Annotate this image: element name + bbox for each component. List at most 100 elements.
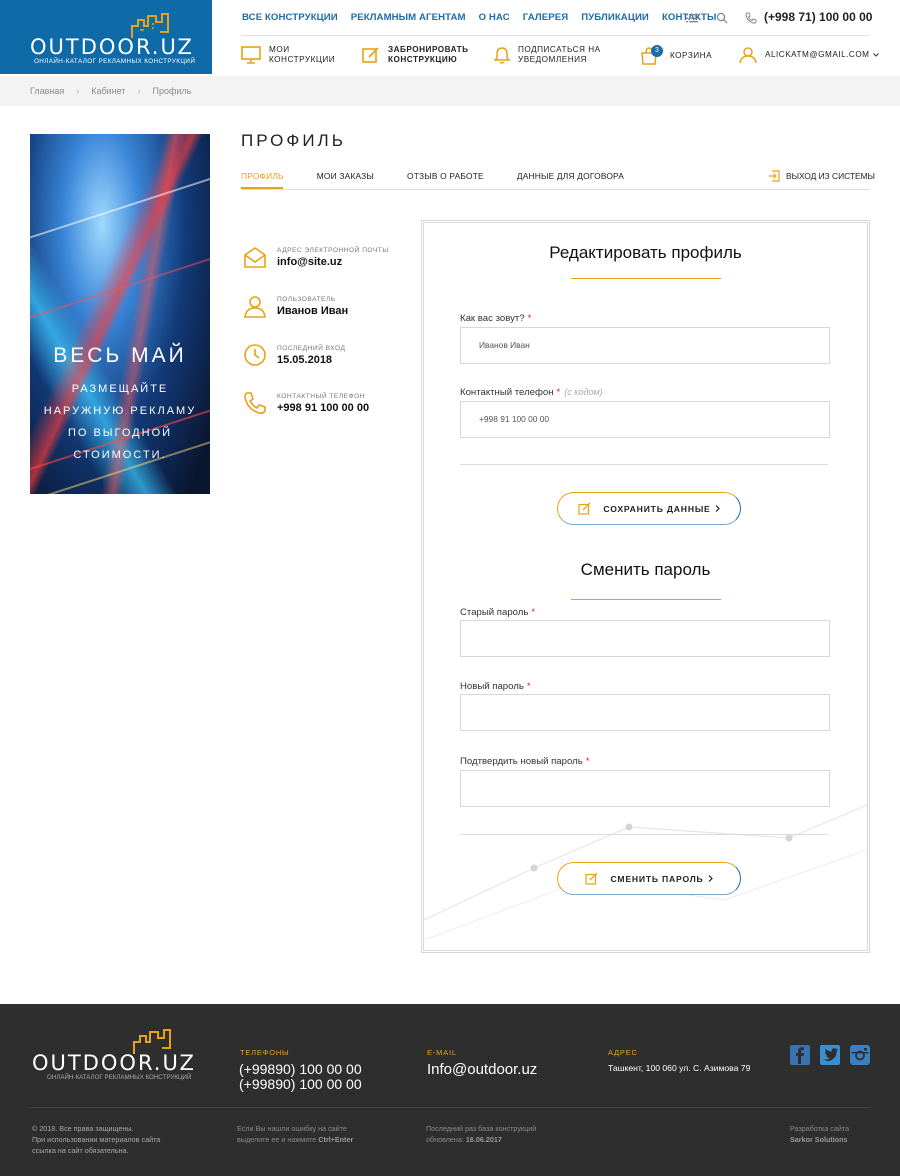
nav-gallery[interactable]: ГАЛЕРЕЯ <box>523 12 568 23</box>
footer-brand-name[interactable]: OUTDOOR.UZ <box>32 1051 196 1075</box>
save-button-label: СОХРАНИТЬ ДАННЫЕ <box>603 503 711 514</box>
nav-all-constructions[interactable]: ВСЕ КОНСТРУКЦИИ <box>242 12 338 23</box>
info-caption: АДРЕС ЭЛЕКТРОННОЙ ПОЧТЫ <box>277 247 389 254</box>
edit-profile-title: Редактировать профиль <box>549 243 742 262</box>
main-nav: ВСЕ КОНСТРУКЦИИ РЕКЛАМНЫМ АГЕНТАМ О НАС … <box>242 12 717 23</box>
phone-hint: (с кодом) <box>564 387 603 397</box>
dev-note: Разработка сайта <box>790 1124 850 1133</box>
user-icon <box>244 296 266 318</box>
old-password-field[interactable] <box>460 620 830 657</box>
info-email: АДРЕС ЭЛЕКТРОННОЙ ПОЧТЫ info@site.uz <box>243 245 389 269</box>
twitter-icon[interactable] <box>820 1045 840 1065</box>
old-password-label: Старый пароль * <box>460 607 535 618</box>
tabs-divider <box>241 189 870 190</box>
copyright-line: При использовании материалов сайта <box>32 1135 161 1144</box>
bell-icon <box>494 47 510 64</box>
note-line: обновлена: <box>426 1135 464 1144</box>
profile-form-card: Редактировать профиль Как вас зовут? * Ив… <box>421 220 870 953</box>
info-caption: ПОСЛЕДНИЙ ВХОД <box>277 345 346 352</box>
cart-label: КОРЗИНА <box>670 51 713 60</box>
account-menu[interactable]: ALICKATM@GMAIL.COM <box>739 46 879 64</box>
profile-tabs: ПРОФИЛЬ МОИ ЗАКАЗЫ ОТЗЫВ О РАБОТЕ ДАННЫЕ… <box>241 171 624 181</box>
footer-phone-2[interactable]: (+99890) 100 00 00 <box>239 1076 362 1092</box>
subscribe-link[interactable]: ПОДПИСАТЬСЯ НА УВЕДОМЛЕНИЯ <box>494 45 601 65</box>
tab-contract-data[interactable]: ДАННЫЕ ДЛЯ ДОГОВОРА <box>517 171 624 181</box>
breadcrumb-separator: › <box>76 86 80 96</box>
save-button[interactable]: СОХРАНИТЬ ДАННЫЕ <box>557 492 741 525</box>
subnav-label: КОНСТРУКЦИЮ <box>388 55 458 64</box>
confirm-password-label-text: Подтвердить новый пароль <box>460 756 583 767</box>
footer-address: Ташкент, 100 060 ул. С. Азимова 79 <box>608 1063 751 1073</box>
logout-link[interactable]: ВЫХОД ИЗ СИСТЕМЫ <box>768 170 875 182</box>
note-line: Последний раз база конструкций <box>426 1124 537 1133</box>
phone-label-text: Контактный телефон <box>460 387 554 398</box>
info-value: 15.05.2018 <box>277 354 333 366</box>
tab-orders[interactable]: МОИ ЗАКАЗЫ <box>317 171 374 181</box>
form-divider <box>460 464 828 465</box>
name-label-text: Как вас зовут? <box>460 313 525 324</box>
my-constructions-link[interactable]: МОИ КОНСТРУКЦИИ <box>241 45 335 65</box>
new-password-label: Новый пароль * <box>460 681 531 692</box>
info-last-login: ПОСЛЕДНИЙ ВХОД 15.05.2018 <box>243 343 345 367</box>
tab-profile[interactable]: ПРОФИЛЬ <box>241 171 284 181</box>
subnav-label: КОНСТРУКЦИИ <box>269 55 336 64</box>
required-mark: * <box>527 313 532 324</box>
copyright-line: © 2018. Все права защищены. <box>32 1124 134 1133</box>
breadcrumb: Главная › Кабинет › Профиль <box>30 86 191 96</box>
breadcrumb-separator: › <box>137 86 141 96</box>
brand-tagline: ОНЛАЙН-КАТАЛОГ РЕКЛАМНЫХ КОНСТРУКЦИЙ <box>34 58 196 65</box>
info-caption: КОНТАКТНЫЙ ТЕЛЕФОН <box>277 393 365 400</box>
header-phone[interactable]: (+998 71) 100 00 00 <box>764 10 872 24</box>
phone-field[interactable]: +998 91 100 00 00 <box>460 401 830 438</box>
list-icon[interactable] <box>686 12 698 24</box>
info-value: Иванов Иван <box>277 305 349 317</box>
logout-icon <box>769 170 780 182</box>
banner-title: ВЕСЬ МАЙ <box>53 344 187 367</box>
nav-about[interactable]: О НАС <box>479 12 510 23</box>
form-divider <box>460 834 828 835</box>
developer-credit[interactable]: Разработка сайта Sarkor Solutions <box>790 1123 849 1145</box>
subnav-label: УВЕДОМЛЕНИЯ <box>518 55 587 64</box>
logo[interactable]: OUTDOOR.UZ ОНЛАЙН-КАТАЛОГ РЕКЛАМНЫХ КОНС… <box>0 0 212 74</box>
light-streak <box>30 243 210 327</box>
brand-name: OUTDOOR.UZ <box>30 35 194 59</box>
edit-icon <box>585 872 598 885</box>
chevron-right-icon <box>715 505 720 512</box>
error-report-note: Если Вы нашли ошибку на сайте выделите е… <box>237 1123 353 1145</box>
promo-banner[interactable]: ВЕСЬ МАЙ РАЗМЕЩАЙТЕ НАРУЖНУЮ РЕКЛАМУ ПО … <box>30 134 210 494</box>
instagram-icon[interactable] <box>850 1045 870 1065</box>
info-value: info@site.uz <box>277 256 343 268</box>
search-icon[interactable] <box>716 12 728 24</box>
name-field[interactable]: Иванов Иван <box>460 327 830 364</box>
title-underline <box>571 599 721 600</box>
info-caption: ПОЛЬЗОВАТЕЛЬ <box>277 296 336 303</box>
phone-label: Контактный телефон * (с кодом) <box>460 387 603 398</box>
change-password-label: СМЕНИТЬ ПАРОЛЬ <box>610 873 704 884</box>
change-password-button[interactable]: СМЕНИТЬ ПАРОЛЬ <box>557 862 741 895</box>
breadcrumb-cabinet[interactable]: Кабинет <box>91 86 125 96</box>
header-divider <box>241 35 870 36</box>
footer: OUTDOOR.UZ ОНЛАЙН-КАТАЛОГ РЕКЛАМНЫХ КОНС… <box>0 1004 900 1176</box>
nav-agents[interactable]: РЕКЛАМНЫМ АГЕНТАМ <box>351 12 466 23</box>
phone-icon <box>745 12 757 24</box>
note-line: выделите ее и нажмите <box>237 1135 317 1144</box>
light-streak <box>30 166 210 244</box>
phones-caption: ТЕЛЕФОНЫ <box>240 1048 290 1057</box>
cart-link[interactable]: 3 КОРЗИНА <box>640 45 713 65</box>
footer-phone-1[interactable]: (+99890) 100 00 00 <box>239 1061 362 1077</box>
breadcrumb-home[interactable]: Главная <box>30 86 64 96</box>
tab-feedback[interactable]: ОТЗЫВ О РАБОТЕ <box>407 171 484 181</box>
required-mark: * <box>556 387 561 398</box>
facebook-icon[interactable] <box>790 1045 810 1065</box>
page-title: ПРОФИЛЬ <box>241 131 346 150</box>
db-update-note: Последний раз база конструкций обновлена… <box>426 1123 536 1145</box>
reserve-link[interactable]: ЗАБРОНИРОВАТЬ КОНСТРУКЦИЮ <box>362 45 469 65</box>
clock-icon <box>244 344 266 366</box>
breadcrumb-current: Профиль <box>152 86 192 96</box>
confirm-password-field[interactable] <box>460 770 830 807</box>
nav-publications[interactable]: ПУБЛИКАЦИИ <box>581 12 649 23</box>
dev-name: Sarkor Solutions <box>790 1135 848 1144</box>
info-phone: КОНТАКТНЫЙ ТЕЛЕФОН +998 91 100 00 00 <box>243 391 369 415</box>
footer-email[interactable]: Info@outdoor.uz <box>427 1061 537 1078</box>
new-password-field[interactable] <box>460 694 830 731</box>
